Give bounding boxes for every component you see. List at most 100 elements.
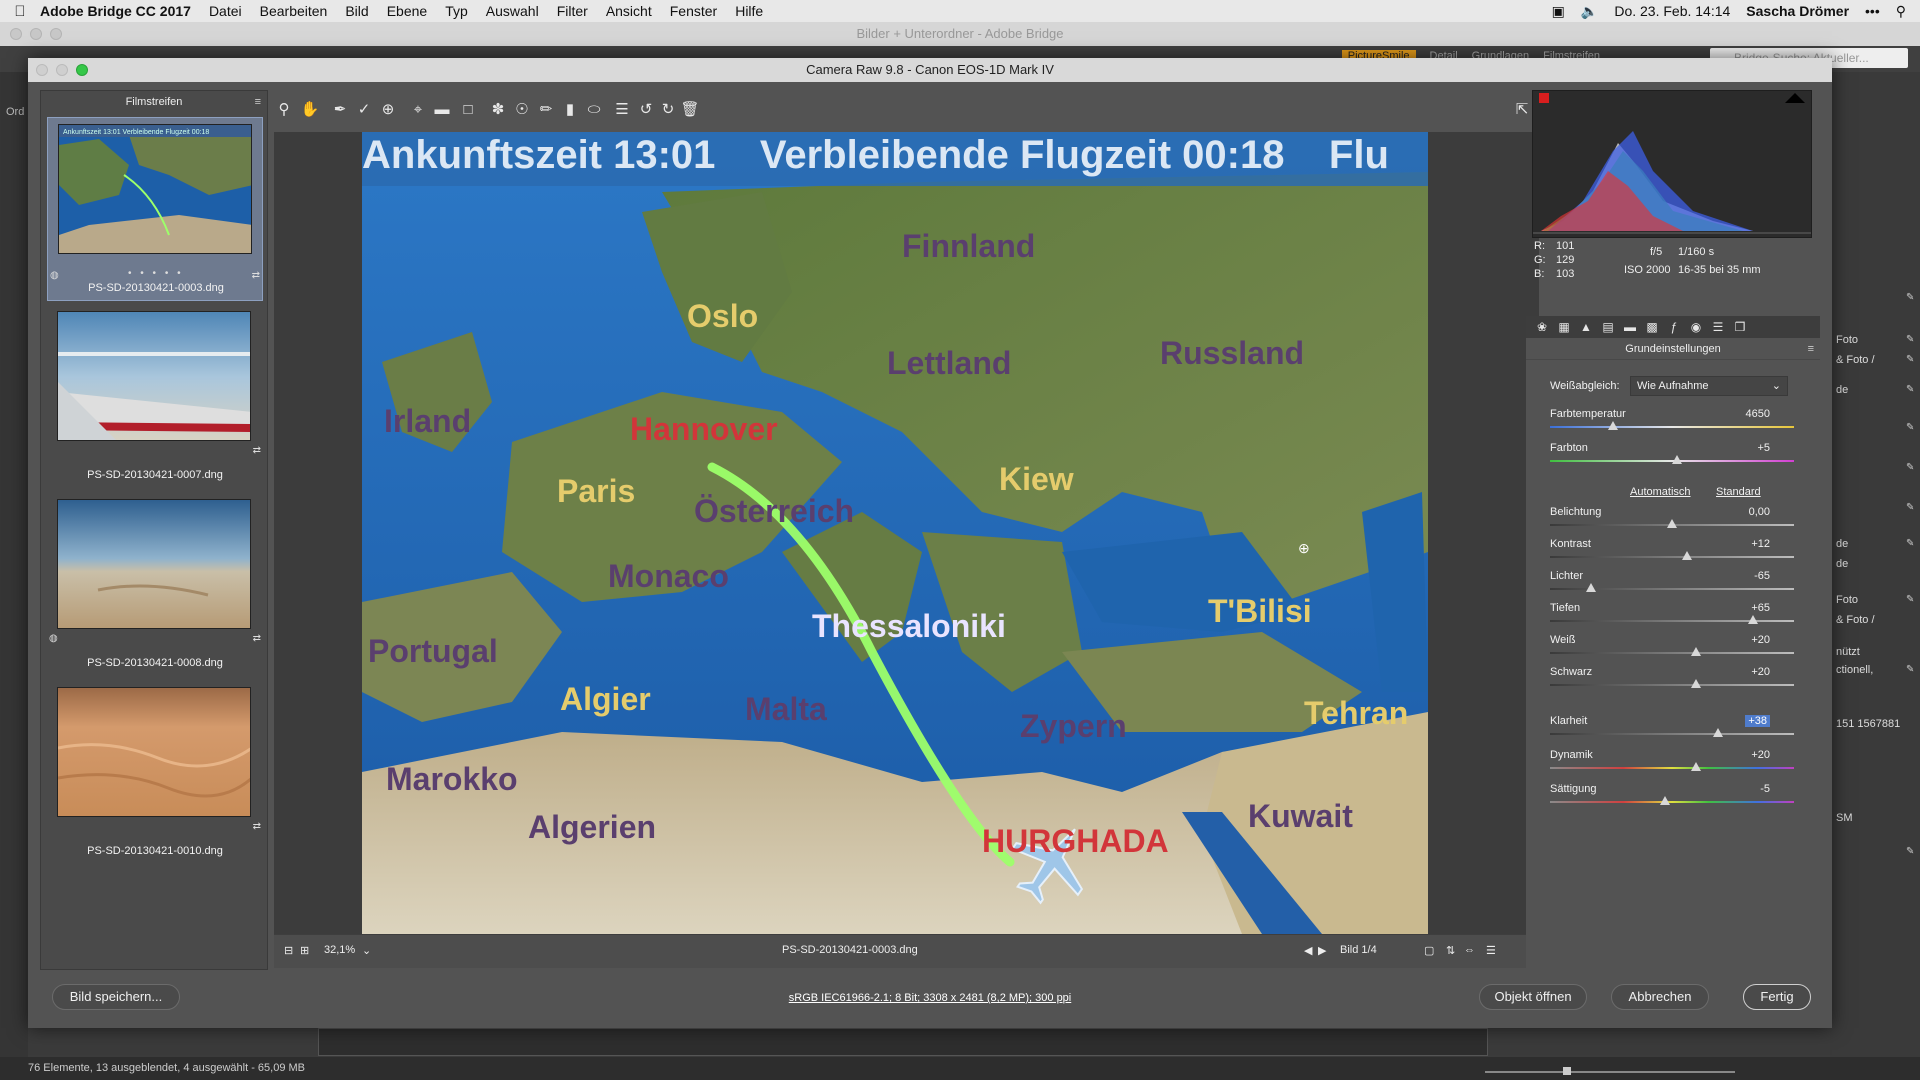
pencil-icon[interactable]: ✎ [1906, 502, 1916, 513]
slider-knob[interactable] [1713, 728, 1724, 737]
filmstrip-thumb-0008[interactable]: ◍ ⇄ PS-SD-20130421-0008.dng [47, 493, 263, 677]
pencil-icon[interactable]: ✎ [1906, 538, 1916, 549]
zoom-out-icon[interactable]: ⊟ [284, 944, 293, 957]
cancel-button[interactable]: Abbrechen [1611, 984, 1709, 1010]
filmstrip-thumb-0007[interactable]: ⇄ PS-SD-20130421-0007.dng [47, 305, 263, 489]
hsl-panel-icon[interactable]: ▤ [1600, 319, 1616, 335]
slider-knob[interactable] [1671, 455, 1682, 464]
minimize-dot-icon[interactable] [56, 64, 68, 76]
zoom-level[interactable]: 32,1% [324, 944, 355, 956]
menubar-app-name[interactable]: Adobe Bridge CC 2017 [40, 3, 191, 19]
before-after-swap-icon[interactable]: ⇅ [1446, 944, 1455, 957]
slider-value[interactable]: +65 [1751, 602, 1770, 614]
slider-knob[interactable] [1667, 519, 1677, 528]
slider-track[interactable] [1550, 733, 1794, 735]
slider-track[interactable] [1550, 767, 1794, 769]
done-button[interactable]: Fertig [1743, 984, 1811, 1010]
menu-fenster[interactable]: Fenster [670, 3, 717, 19]
zoom-dot-icon[interactable] [76, 64, 88, 76]
thumbnail-size-slider-knob[interactable] [1563, 1067, 1571, 1075]
slider-knob[interactable] [1586, 583, 1597, 592]
apple-icon[interactable]:  [0, 3, 40, 20]
slider-value[interactable]: +12 [1751, 538, 1770, 550]
radial-filter-icon[interactable]: ⬭ [584, 100, 604, 120]
hand-tool-icon[interactable]: ✋ [300, 100, 320, 120]
menu-typ[interactable]: Typ [445, 3, 468, 19]
zoom-in-icon[interactable]: ⊞ [300, 944, 309, 957]
effects-panel-icon[interactable]: ƒ [1666, 319, 1682, 335]
slider-knob[interactable] [1691, 679, 1702, 688]
next-image-arrow-icon[interactable]: ▶ [1318, 944, 1326, 957]
close-dot-icon[interactable] [36, 64, 48, 76]
targeted-adjustment-tool-icon[interactable]: ⊕ [378, 100, 398, 120]
panel-menu-icon[interactable]: ≡ [1808, 338, 1814, 360]
default-link[interactable]: Standard [1716, 486, 1761, 498]
slider-track[interactable] [1550, 652, 1794, 654]
zoom-tool-icon[interactable]: ⚲ [274, 100, 294, 120]
slider-value[interactable]: +20 [1751, 634, 1770, 646]
snapshots-panel-icon[interactable]: ❒ [1732, 319, 1748, 335]
filmstrip-thumb-0003[interactable]: Ankunftszeit 13:01 Verbleibende Flugzeit… [47, 117, 263, 301]
before-after-copy-icon[interactable]: ⇔ [1464, 944, 1475, 956]
zoom-dropdown-chevron-icon[interactable]: ⌄ [362, 944, 371, 957]
menu-bearbeiten[interactable]: Bearbeiten [260, 3, 328, 19]
slider-value[interactable]: +38 [1745, 715, 1770, 727]
zoom-dot-icon[interactable] [50, 28, 62, 40]
prev-image-arrow-icon[interactable]: ◀ [1304, 944, 1312, 957]
slider-knob[interactable] [1608, 421, 1619, 430]
rating-dots[interactable]: ◍ [50, 270, 59, 281]
slider-value[interactable]: +5 [1757, 442, 1770, 454]
basic-panel-icon[interactable]: ❀ [1534, 319, 1550, 335]
close-dot-icon[interactable] [10, 28, 22, 40]
pencil-icon[interactable]: ✎ [1906, 354, 1916, 365]
tone-curve-panel-icon[interactable]: ▦ [1556, 319, 1572, 335]
detail-panel-icon[interactable]: ▲ [1578, 319, 1594, 335]
menu-bild[interactable]: Bild [345, 3, 368, 19]
pencil-icon[interactable]: ✎ [1906, 594, 1916, 605]
menubar-user[interactable]: Sascha Drömer [1746, 3, 1849, 19]
shadow-clipping-warning-icon[interactable] [1539, 93, 1549, 103]
slider-value[interactable]: +20 [1751, 666, 1770, 678]
pencil-icon[interactable]: ✎ [1906, 292, 1916, 303]
lens-corrections-panel-icon[interactable]: ▩ [1644, 319, 1660, 335]
filmstrip-thumb-0010[interactable]: ⇄ PS-SD-20130421-0010.dng [47, 681, 263, 865]
screen-record-icon[interactable]: ▣ [1552, 3, 1565, 20]
auto-link[interactable]: Automatisch [1630, 486, 1691, 498]
slider-knob[interactable] [1659, 796, 1670, 805]
star-rating[interactable]: • • • • • [128, 268, 184, 279]
slider-track[interactable] [1550, 801, 1794, 803]
adjustment-brush-icon[interactable]: ✏ [536, 100, 556, 120]
slider-track[interactable] [1550, 556, 1794, 558]
minimize-dot-icon[interactable] [30, 28, 42, 40]
transform-tool-icon[interactable]: □ [458, 100, 478, 120]
menu-auswahl[interactable]: Auswahl [486, 3, 539, 19]
color-sampler-tool-icon[interactable]: ✓ [354, 100, 374, 120]
slider-value[interactable]: -5 [1760, 783, 1770, 795]
camera-calibration-panel-icon[interactable]: ◉ [1688, 319, 1704, 335]
rotate-right-icon[interactable]: ↻ [658, 100, 678, 120]
menu-ebene[interactable]: Ebene [387, 3, 427, 19]
slider-knob[interactable] [1691, 762, 1702, 771]
slider-value[interactable]: 0,00 [1749, 506, 1770, 518]
slider-track[interactable] [1550, 684, 1794, 686]
straighten-tool-icon[interactable]: ▬ [432, 100, 452, 120]
slider-value[interactable]: +20 [1751, 749, 1770, 761]
trash-icon[interactable]: 🗑 [680, 100, 700, 120]
red-eye-tool-icon[interactable]: ☉ [512, 100, 532, 120]
slider-knob[interactable] [1747, 615, 1758, 624]
pencil-icon[interactable]: ✎ [1906, 462, 1916, 473]
image-preview-area[interactable]: Ankunftszeit 13:01 Verbleibende Flugzeit… [274, 132, 1539, 934]
panel-menu-icon[interactable]: ≡ [255, 91, 261, 113]
spotlight-icon[interactable]: ⚲ [1896, 3, 1906, 20]
rating-dots[interactable]: ◍ [49, 633, 58, 644]
pencil-icon[interactable]: ✎ [1906, 664, 1916, 675]
white-balance-select[interactable]: Wie Aufnahme ⌄ [1630, 376, 1788, 396]
spot-removal-tool-icon[interactable]: ✽ [488, 100, 508, 120]
slider-knob[interactable] [1681, 551, 1692, 560]
menu-datei[interactable]: Datei [209, 3, 242, 19]
volume-icon[interactable]: 🔈 [1581, 3, 1598, 20]
white-balance-tool-icon[interactable]: ✒ [330, 100, 350, 120]
pencil-icon[interactable]: ✎ [1906, 334, 1916, 345]
slider-value[interactable]: -65 [1754, 570, 1770, 582]
pencil-icon[interactable]: ✎ [1906, 846, 1916, 857]
